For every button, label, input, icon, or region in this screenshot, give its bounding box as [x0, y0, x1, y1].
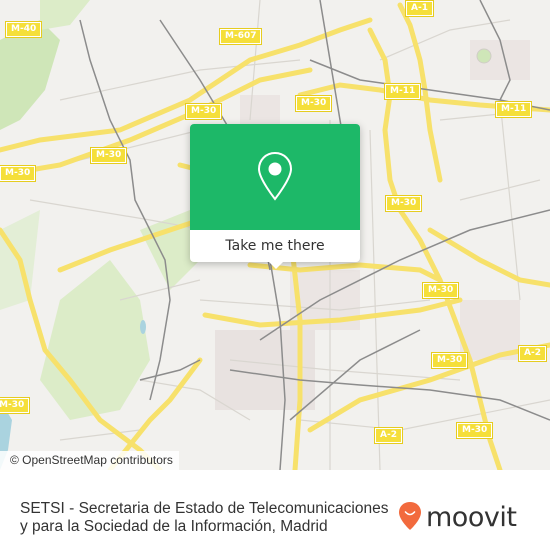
pond — [140, 320, 146, 334]
road-label-m30: M-30 — [0, 165, 37, 182]
road-label-a2: A-2 — [518, 345, 547, 362]
road-label-m30: M-30 — [89, 147, 128, 164]
urban-area — [240, 95, 280, 125]
moovit-wordmark: moovit — [426, 502, 517, 533]
road-label-m30: M-30 — [294, 95, 333, 112]
place-title: SETSI - Secretaria de Estado de Telecomu… — [20, 500, 389, 535]
road-label-m30: M-30 — [455, 422, 494, 439]
map[interactable]: M-40 M-607 A-1 M-11 M-11 M-30 M-30 M-30 … — [0, 0, 550, 470]
road-label-a1: A-1 — [405, 0, 434, 17]
roundabout — [476, 48, 492, 64]
park-area — [40, 0, 90, 30]
road-label-m30: M-30 — [0, 397, 31, 414]
popup-tail — [268, 261, 284, 269]
road-label-m40: M-40 — [4, 21, 43, 38]
road-label-m607: M-607 — [218, 28, 263, 45]
moovit-logo[interactable]: moovit — [398, 501, 517, 535]
footer: SETSI - Secretaria de Estado de Telecomu… — [0, 470, 550, 550]
popup-header — [190, 124, 360, 230]
take-me-there-button[interactable]: Take me there — [190, 230, 360, 262]
road-label-m30: M-30 — [184, 103, 223, 120]
park-area — [40, 260, 150, 420]
location-popup: Take me there — [190, 124, 360, 269]
road-label-m30: M-30 — [421, 282, 460, 299]
road-label-m30: M-30 — [384, 195, 423, 212]
road-label-a2: A-2 — [374, 427, 403, 444]
map-attribution[interactable]: © OpenStreetMap contributors — [0, 451, 179, 470]
road-label-m11: M-11 — [383, 83, 422, 100]
road-label-m30: M-30 — [430, 352, 469, 369]
road-label-m11: M-11 — [494, 101, 533, 118]
moovit-pin-icon — [398, 501, 422, 535]
